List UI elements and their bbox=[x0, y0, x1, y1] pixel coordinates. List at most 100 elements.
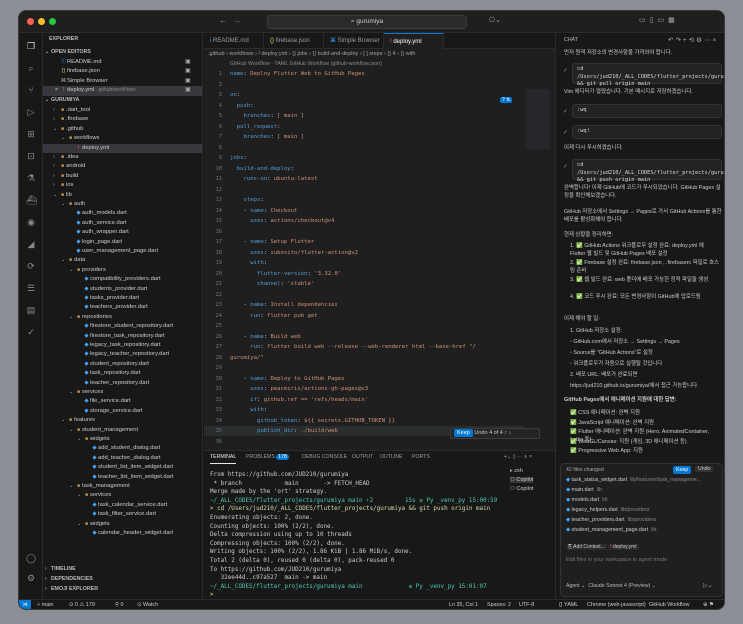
open-editor-preview-icon[interactable]: ▣ bbox=[185, 77, 190, 86]
schema-status[interactable]: GitHub Workflow bbox=[649, 600, 689, 609]
settings-gear-icon[interactable]: ⚙ bbox=[26, 573, 36, 583]
send-icon[interactable]: ▷⌄ bbox=[703, 582, 713, 589]
copilot-icon[interactable]: ⎔⌄ bbox=[489, 16, 501, 24]
tab-outline[interactable]: OUTLINE bbox=[380, 451, 402, 463]
pages-icon[interactable]: ▤ bbox=[26, 305, 36, 315]
context-file-chip[interactable]: ! deploy.yml bbox=[608, 544, 639, 550]
keep-button[interactable]: Keep bbox=[454, 429, 473, 437]
code-editor[interactable]: GitHub Workflow - YAML GitHub Workflow (… bbox=[204, 59, 555, 450]
tree-item[interactable]: ◆teachers_provider.dart bbox=[43, 303, 202, 312]
open-editor-preview-icon[interactable]: ▣ bbox=[185, 67, 190, 76]
command-center-search[interactable]: ⌕ gurumiya bbox=[267, 15, 467, 29]
changed-file-row[interactable]: ◆ models.dart lib bbox=[566, 497, 716, 503]
back-arrow-icon[interactable]: ← bbox=[219, 16, 227, 25]
tab-debug-console[interactable]: DEBUG CONSOLE bbox=[302, 451, 347, 463]
indentation[interactable]: Spaces: 2 bbox=[487, 600, 511, 609]
breadcrumb[interactable]: .github › workflows › ! deploy.yml › {} … bbox=[204, 49, 555, 59]
agent-mode-dropdown[interactable]: Agent bbox=[566, 583, 580, 589]
terminal-instance[interactable]: ⎔ Copilot bbox=[510, 486, 533, 492]
tree-item[interactable]: ⌄ ■ .github bbox=[43, 125, 202, 134]
tab-terminal[interactable]: TERMINAL bbox=[210, 451, 237, 464]
tree-item[interactable]: ⌄ ■ services bbox=[43, 491, 202, 500]
flutter-icon[interactable]: ◢ bbox=[26, 239, 36, 249]
command-block[interactable]: :wq bbox=[572, 104, 722, 118]
open-editor-item[interactable]: ⓘREADME.md ▣ bbox=[43, 58, 202, 67]
keep-all-button[interactable]: Keep bbox=[673, 466, 692, 474]
open-editor-item[interactable]: ×! deploy.yml .github/workflows ▣ bbox=[43, 86, 202, 96]
tree-item[interactable]: ⌄ ■ repositories bbox=[43, 313, 202, 322]
new-terminal-icon[interactable]: +⌄ ▯ ⋯ ∧ × bbox=[504, 451, 532, 463]
search-icon[interactable]: ⌕ bbox=[26, 63, 36, 73]
tree-item[interactable]: ◆auth_wrapper.dart bbox=[43, 228, 202, 237]
remote-indicator-icon[interactable]: ⋊ bbox=[19, 600, 31, 609]
open-editor-item[interactable]: {} firebase.json ▣ bbox=[43, 67, 202, 76]
run-debug-icon[interactable]: ▷ bbox=[26, 107, 36, 117]
add-context-button[interactable]: ⎘ Add Context... bbox=[566, 544, 607, 550]
chat-actions[interactable]: ↶↷+⟲⚙⋯× bbox=[668, 36, 718, 44]
tree-item[interactable]: ◆add_student_dialog.dart bbox=[43, 444, 202, 453]
problems-status[interactable]: ⊙ 0 ⚠ 179 bbox=[69, 600, 95, 609]
testing-icon[interactable]: ⚗ bbox=[26, 173, 36, 183]
tab-firebase-json[interactable]: {} firebase.json bbox=[264, 33, 324, 49]
extensions-icon[interactable]: ⊞ bbox=[26, 129, 36, 139]
tree-item[interactable]: ◆legacy_teacher_repository.dart bbox=[43, 350, 202, 359]
changed-file-row[interactable]: ◆ main.dart lib bbox=[566, 487, 716, 493]
tab-deploy-yml[interactable]: ! deploy.yml bbox=[384, 33, 444, 49]
minimize-window-button[interactable] bbox=[38, 18, 45, 25]
arrow-down-icon[interactable]: ↓ bbox=[509, 430, 512, 436]
branch-status[interactable]: ⑂ main bbox=[37, 600, 53, 609]
close-icon[interactable]: × bbox=[53, 86, 60, 95]
tree-item[interactable]: ◆student_repository.dart bbox=[43, 360, 202, 369]
tree-item[interactable]: ⌄ ■ widgets bbox=[43, 435, 202, 444]
tree-item[interactable]: ◆teacher_repository.dart bbox=[43, 379, 202, 388]
tree-item[interactable]: ⌄ ■ task_management bbox=[43, 482, 202, 491]
command-block[interactable]: cd /Users/jud210/_ALL_CODES/flutter_proj… bbox=[572, 159, 724, 183]
encoding[interactable]: UTF-8 bbox=[519, 600, 534, 609]
tree-item[interactable]: › ■ ios bbox=[43, 181, 202, 190]
tree-item[interactable]: › ■ build bbox=[43, 172, 202, 181]
tree-item[interactable]: ⌄ ■ providers bbox=[43, 266, 202, 275]
emoji-explorer-section[interactable]: › EMOJI EXPLORER bbox=[45, 585, 202, 594]
zoom-window-button[interactable] bbox=[49, 18, 56, 25]
source-control-icon[interactable]: ⑂ bbox=[26, 85, 36, 95]
tree-item[interactable]: ◆login_page.dart bbox=[43, 238, 202, 247]
tab-ports[interactable]: PORTS bbox=[412, 451, 430, 463]
tree-item[interactable]: ◆compatibility_providers.dart bbox=[43, 275, 202, 284]
tree-item[interactable]: ◆task_repository.dart bbox=[43, 369, 202, 378]
tree-item[interactable]: ◆add_teacher_dialog.dart bbox=[43, 454, 202, 463]
tree-item[interactable]: ◆teacher_list_item_widget.dart bbox=[43, 473, 202, 482]
tree-item[interactable]: ◆tasks_provider.dart bbox=[43, 294, 202, 303]
tree-item[interactable]: ◆auth_service.dart bbox=[43, 219, 202, 228]
chat-input[interactable]: Edit files in your workspace in agent mo… bbox=[566, 557, 716, 563]
cursor-position[interactable]: Ln 35, Col 1 bbox=[449, 600, 478, 609]
tree-item[interactable]: ◆firestore_student_repository.dart bbox=[43, 322, 202, 331]
github-icon[interactable]: ◉ bbox=[26, 217, 36, 227]
open-editor-preview-icon[interactable]: ▣ bbox=[185, 58, 190, 67]
close-window-button[interactable] bbox=[27, 18, 34, 25]
tree-item[interactable]: ⌄ ■ lib bbox=[43, 191, 202, 200]
tree-item[interactable]: ◆file_service.dart bbox=[43, 397, 202, 406]
explorer-icon[interactable]: ❐ bbox=[26, 41, 36, 51]
notification-icon[interactable]: ⊕ ⚑ bbox=[703, 600, 714, 609]
tree-item[interactable]: ◆task_calendar_service.dart bbox=[43, 501, 202, 510]
language-mode[interactable]: {} YAML bbox=[559, 600, 578, 609]
open-editor-item[interactable]: ⌘Simple Browser ▣ bbox=[43, 77, 202, 86]
dependencies-section[interactable]: › DEPENDENCIES bbox=[45, 575, 202, 584]
remote-icon[interactable]: ⊡ bbox=[26, 151, 36, 161]
tree-item[interactable]: › ■ .dart_tool bbox=[43, 106, 202, 115]
database-icon[interactable]: ☰ bbox=[26, 283, 36, 293]
tree-item[interactable]: ◆legacy_task_repository.dart bbox=[43, 341, 202, 350]
changed-file-row[interactable]: ◆ task_status_widget.dart lib/features/ta… bbox=[566, 477, 716, 483]
arrow-up-icon[interactable]: ↑ bbox=[504, 430, 507, 436]
model-dropdown[interactable]: Claude Sonnet 4 (Preview) bbox=[588, 583, 650, 589]
command-block[interactable]: cd /Users/jud210/_ALL_CODES/flutter_proj… bbox=[572, 63, 724, 87]
tree-item[interactable]: ⌄ ■ data bbox=[43, 256, 202, 265]
project-header[interactable]: ⌄ GURUMIYA bbox=[45, 96, 202, 105]
undo-all-button[interactable]: Undo bbox=[695, 466, 714, 472]
terminal-output[interactable]: From https://github.com/JUD210/gurumiya … bbox=[210, 471, 510, 596]
layout-icons[interactable]: ▭▯▭▦ bbox=[639, 16, 679, 24]
tab-problems[interactable]: PROBLEMS 178 bbox=[246, 451, 289, 463]
tree-item[interactable]: ◆students_provider.dart bbox=[43, 285, 202, 294]
watch-status[interactable]: ⊙ Watch bbox=[137, 600, 158, 609]
open-editors-header[interactable]: ⌄ OPEN EDITORS bbox=[45, 48, 202, 57]
